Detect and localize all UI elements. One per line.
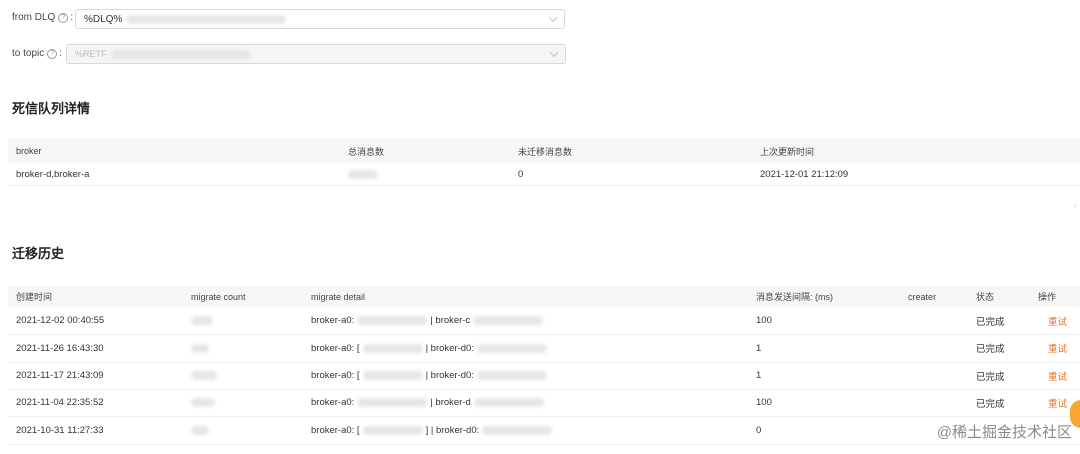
table-row: 2021-11-26 16:43:30 broker-a0: [ | broke… bbox=[8, 334, 1080, 363]
cell-status: 已完成 bbox=[976, 398, 1005, 410]
col-last-updated: 上次更新时间 bbox=[760, 146, 815, 157]
redacted-text bbox=[126, 14, 287, 24]
redacted-text bbox=[482, 425, 553, 435]
from-dlq-label-row: from DLQ ? : bbox=[12, 12, 73, 23]
cell-detail: broker-a0: | broker-d bbox=[311, 389, 544, 416]
cell-total bbox=[348, 163, 378, 185]
from-dlq-select[interactable]: %DLQ% bbox=[75, 9, 565, 29]
cell-count bbox=[191, 334, 209, 362]
to-topic-value: %RETF bbox=[75, 49, 107, 59]
detail-separator: | broker-d0: bbox=[425, 342, 474, 354]
cell-interval: 100 bbox=[756, 315, 772, 326]
label-colon: : bbox=[70, 12, 74, 23]
cell-count bbox=[191, 389, 215, 416]
col-status: 状态 bbox=[976, 292, 995, 302]
chevron-down-icon bbox=[549, 48, 559, 58]
cell-count bbox=[191, 362, 217, 389]
detail-broker-a: broker-a0: [ bbox=[311, 424, 360, 436]
redacted-text bbox=[362, 343, 423, 353]
redacted-text bbox=[473, 398, 544, 407]
cell-unmigrated: 0 bbox=[518, 168, 524, 180]
cell-detail: broker-a0: | broker-c bbox=[311, 307, 544, 334]
redacted-text bbox=[473, 316, 544, 325]
label-colon: : bbox=[59, 48, 63, 59]
redacted-text bbox=[191, 398, 215, 407]
redacted-text bbox=[191, 316, 213, 325]
table-row: 2021-10-31 11:27:33 broker-a0: [ ] | bro… bbox=[8, 416, 1080, 445]
redacted-text bbox=[476, 371, 547, 380]
cell-interval: 1 bbox=[756, 342, 762, 354]
col-migrate-count: migrate count bbox=[191, 291, 246, 302]
col-migrate-detail: migrate detail bbox=[311, 291, 366, 302]
cell-interval: 100 bbox=[756, 397, 772, 408]
redacted-text bbox=[191, 343, 209, 353]
retry-button[interactable]: 重试 bbox=[1048, 307, 1067, 334]
cell-interval: 1 bbox=[756, 370, 762, 381]
help-icon[interactable]: ? bbox=[47, 48, 58, 59]
redacted-text bbox=[191, 425, 209, 435]
detail-separator: | broker-d bbox=[430, 397, 471, 408]
retry-button[interactable]: 重试 bbox=[1048, 362, 1067, 389]
redacted-text bbox=[476, 343, 547, 353]
cell-created: 2021-11-26 16:43:30 bbox=[16, 342, 104, 354]
cell-detail: broker-a0: [ | broker-d0: bbox=[311, 362, 547, 389]
watermark: @稀土掘金技术社区 bbox=[936, 424, 1072, 441]
redacted-text bbox=[191, 371, 217, 380]
chevron-left-icon[interactable]: ‹ bbox=[1074, 200, 1077, 210]
cell-created: 2021-11-04 22:35:52 bbox=[16, 397, 104, 408]
cell-status: 已完成 bbox=[976, 371, 1005, 383]
help-icon[interactable]: ? bbox=[58, 12, 69, 23]
redacted-text bbox=[362, 425, 423, 435]
col-send-interval: 消息发送间隔: (ms) bbox=[756, 292, 833, 302]
redacted-text bbox=[357, 398, 428, 407]
cell-created: 2021-11-17 21:43:09 bbox=[16, 370, 104, 381]
redacted-text bbox=[110, 49, 251, 59]
retry-button[interactable]: 重试 bbox=[1048, 389, 1067, 416]
cell-created: 2021-10-31 11:27:33 bbox=[16, 424, 104, 436]
detail-broker-a: broker-a0: [ bbox=[311, 370, 360, 381]
cell-count bbox=[191, 416, 209, 444]
table-row: 2021-11-17 21:43:09 broker-a0: [ | broke… bbox=[8, 362, 1080, 390]
col-broker: broker bbox=[16, 146, 42, 156]
table-row: 2021-12-02 00:40:55 broker-a0: | broker-… bbox=[8, 307, 1080, 335]
col-unmigrated-messages: 未迁移消息数 bbox=[518, 146, 573, 157]
cell-interval: 0 bbox=[756, 424, 762, 436]
detail-separator: ] | broker-d0: bbox=[425, 424, 480, 436]
col-action: 操作 bbox=[1038, 292, 1057, 302]
cell-status: 已完成 bbox=[976, 344, 1005, 355]
dlq-table-header: broker 总消息数 未迁移消息数 上次更新时间 bbox=[8, 139, 1080, 163]
table-row: broker-d,broker-a 0 2021-12-01 21:12:09 bbox=[8, 163, 1080, 186]
to-topic-select[interactable]: %RETF bbox=[66, 44, 566, 64]
detail-broker-a: broker-a0: bbox=[311, 397, 355, 408]
retry-button[interactable]: 重试 bbox=[1048, 334, 1067, 362]
table-row: 2021-11-04 22:35:52 broker-a0: | broker-… bbox=[8, 389, 1080, 417]
redacted-text bbox=[357, 316, 428, 325]
detail-separator: | broker-d0: bbox=[425, 370, 474, 381]
cell-detail: broker-a0: [ ] | broker-d0: bbox=[311, 416, 553, 444]
col-created-time: 创建时间 bbox=[16, 292, 53, 302]
history-section-title: 迁移历史 bbox=[12, 246, 65, 261]
cell-status: 已完成 bbox=[976, 316, 1005, 328]
history-table-header: 创建时间 migrate count migrate detail 消息发送间隔… bbox=[8, 286, 1080, 307]
redacted-text bbox=[362, 371, 423, 380]
from-dlq-value: %DLQ% bbox=[84, 13, 123, 25]
detail-broker-a: broker-a0: bbox=[311, 315, 355, 326]
redacted-text bbox=[348, 169, 378, 179]
cell-created: 2021-12-02 00:40:55 bbox=[16, 315, 105, 326]
col-total-messages: 总消息数 bbox=[348, 146, 385, 157]
cell-broker: broker-d,broker-a bbox=[16, 168, 90, 180]
col-creater: creater bbox=[908, 291, 937, 302]
detail-broker-a: broker-a0: [ bbox=[311, 342, 360, 354]
cell-updated: 2021-12-01 21:12:09 bbox=[760, 168, 849, 180]
to-topic-label: to topic bbox=[12, 48, 45, 59]
cell-detail: broker-a0: [ | broker-d0: bbox=[311, 334, 547, 362]
from-dlq-label: from DLQ bbox=[12, 12, 56, 23]
dlq-section-title: 死信队列详情 bbox=[12, 101, 91, 116]
chevron-down-icon bbox=[548, 13, 558, 23]
detail-separator: | broker-c bbox=[430, 315, 471, 326]
to-topic-label-row: to topic ? : bbox=[12, 48, 62, 59]
cell-count bbox=[191, 307, 213, 334]
